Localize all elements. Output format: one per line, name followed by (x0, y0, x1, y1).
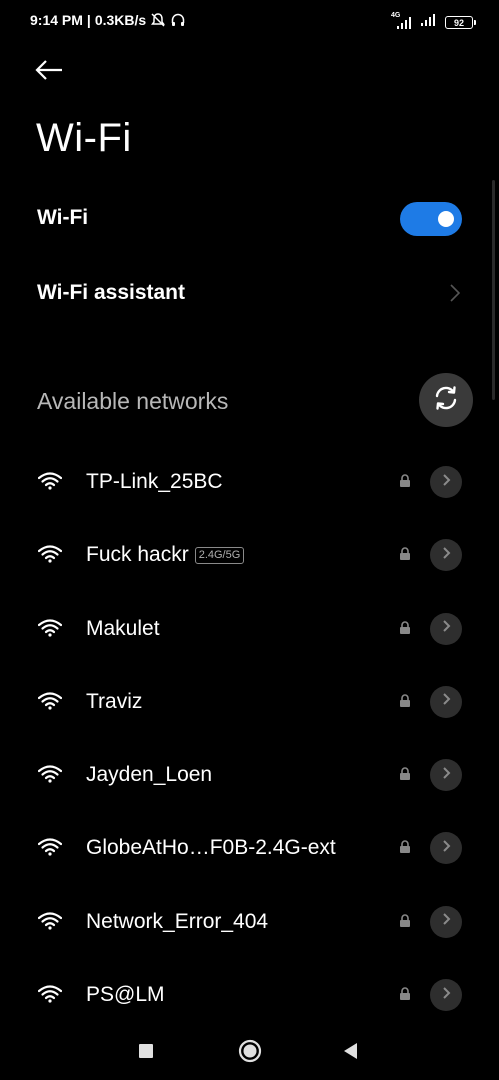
status-speed: 0.3KB/s (94, 12, 147, 28)
headphones-icon (170, 12, 186, 28)
triangle-back-icon (343, 1042, 359, 1065)
network-name: Fuck hackr 2.4G/5G (86, 543, 245, 567)
lock-icon (399, 474, 411, 488)
wifi-icon (37, 838, 63, 857)
page-title: Wi-Fi (36, 116, 132, 160)
network-ssid: Network_Error_404 (86, 909, 269, 933)
wifi-icon (37, 985, 63, 1003)
wifi-toggle-switch[interactable] (400, 202, 462, 236)
network-row[interactable]: Makulet (0, 593, 499, 666)
chevron-right-icon (441, 692, 451, 711)
network-name: Jayden_Loen (86, 763, 212, 787)
navigation-bar (0, 1028, 499, 1080)
network-details-button[interactable] (430, 466, 462, 498)
alarm-off-icon (150, 12, 166, 28)
wifi-assistant-row[interactable]: Wi-Fi assistant (0, 263, 499, 323)
chevron-right-icon (441, 839, 451, 858)
chevron-right-icon (441, 473, 451, 492)
back-button[interactable] (34, 56, 74, 88)
network-details-button[interactable] (430, 612, 462, 645)
status-bar: 9:14 PM | 0.3KB/s 4G 92 (0, 0, 499, 44)
refresh-button[interactable] (419, 373, 473, 427)
chevron-right-icon (441, 912, 451, 931)
wifi-icon (37, 765, 63, 783)
network-details-button[interactable] (430, 979, 462, 1012)
square-icon (138, 1043, 154, 1064)
chevron-right-icon (441, 766, 451, 785)
lock-icon (399, 914, 411, 928)
band-badge: 2.4G/5G (194, 546, 245, 564)
status-right: 4G 92 (391, 12, 476, 33)
network-row[interactable]: Network_Error_404 (0, 886, 499, 959)
network-name: PS@LM (86, 983, 165, 1007)
wifi-icon (37, 692, 63, 710)
network-name: GlobeAtHo…F0B-2.4G-ext (86, 836, 336, 860)
wifi-icon (37, 912, 63, 930)
wifi-icon (37, 472, 63, 490)
network-details-button[interactable] (430, 685, 462, 718)
lock-icon (399, 840, 411, 854)
status-separator: | (86, 12, 91, 28)
lock-icon (399, 987, 411, 1001)
signal-4g-icon: 4G (391, 12, 413, 31)
toggle-knob (438, 211, 454, 227)
network-name: Makulet (86, 617, 160, 641)
network-ssid: TP-Link_25BC (86, 470, 223, 493)
network-row[interactable]: TP-Link_25BC (0, 446, 499, 519)
wifi-icon (37, 545, 63, 563)
network-details-button[interactable] (430, 539, 462, 572)
network-name: Traviz (86, 690, 142, 714)
lock-icon (399, 767, 411, 781)
battery-level: 92 (453, 17, 464, 28)
wifi-assistant-label: Wi-Fi assistant (37, 281, 186, 304)
network-details-button[interactable] (430, 759, 462, 792)
network-row[interactable]: GlobeAtHo…F0B-2.4G-ext (0, 812, 499, 885)
chevron-right-icon (441, 986, 451, 1005)
battery-icon: 92 (445, 16, 476, 29)
scrollbar[interactable] (492, 180, 495, 400)
home-button[interactable] (235, 1038, 265, 1068)
available-networks-header: Available networks (37, 388, 229, 414)
chevron-right-icon (441, 546, 451, 565)
network-ssid: Traviz (86, 689, 143, 713)
network-ssid: PS@LM (86, 983, 165, 1007)
network-name: TP-Link_25BC (86, 470, 223, 494)
back-nav-button[interactable] (336, 1038, 366, 1068)
network-row[interactable]: Traviz (0, 666, 499, 739)
wifi-toggle-row[interactable]: Wi-Fi (0, 189, 499, 249)
wifi-toggle-label: Wi-Fi (37, 206, 89, 229)
network-ssid: GlobeAtHo…F0B-2.4G-ext (86, 836, 336, 860)
network-row[interactable]: Fuck hackr 2.4G/5G (0, 519, 499, 592)
circle-icon (238, 1039, 262, 1068)
status-time: 9:14 PM (30, 12, 83, 28)
network-name: Network_Error_404 (86, 910, 268, 934)
network-ssid: Makulet (86, 616, 160, 640)
lock-icon (399, 547, 411, 561)
lock-icon (399, 620, 411, 635)
network-ssid: Jayden_Loen (86, 763, 213, 787)
network-row[interactable]: Jayden_Loen (0, 739, 499, 812)
recent-apps-button[interactable] (131, 1038, 161, 1068)
arrow-left-icon (34, 59, 64, 86)
chevron-right-icon (441, 619, 451, 638)
signal-icon (419, 12, 439, 33)
lock-icon (399, 694, 411, 708)
network-row[interactable]: PS@LM (0, 959, 499, 1032)
network-details-button[interactable] (430, 832, 462, 865)
refresh-icon (432, 384, 460, 417)
network-ssid: Fuck hackr (86, 543, 189, 567)
network-details-button[interactable] (430, 905, 462, 938)
network-list: TP-Link_25BC Fuck hackr 2.4G/5G Makulet … (0, 446, 499, 1032)
status-left: 9:14 PM | 0.3KB/s (30, 12, 186, 28)
chevron-right-icon (449, 283, 461, 303)
wifi-icon (37, 618, 63, 637)
